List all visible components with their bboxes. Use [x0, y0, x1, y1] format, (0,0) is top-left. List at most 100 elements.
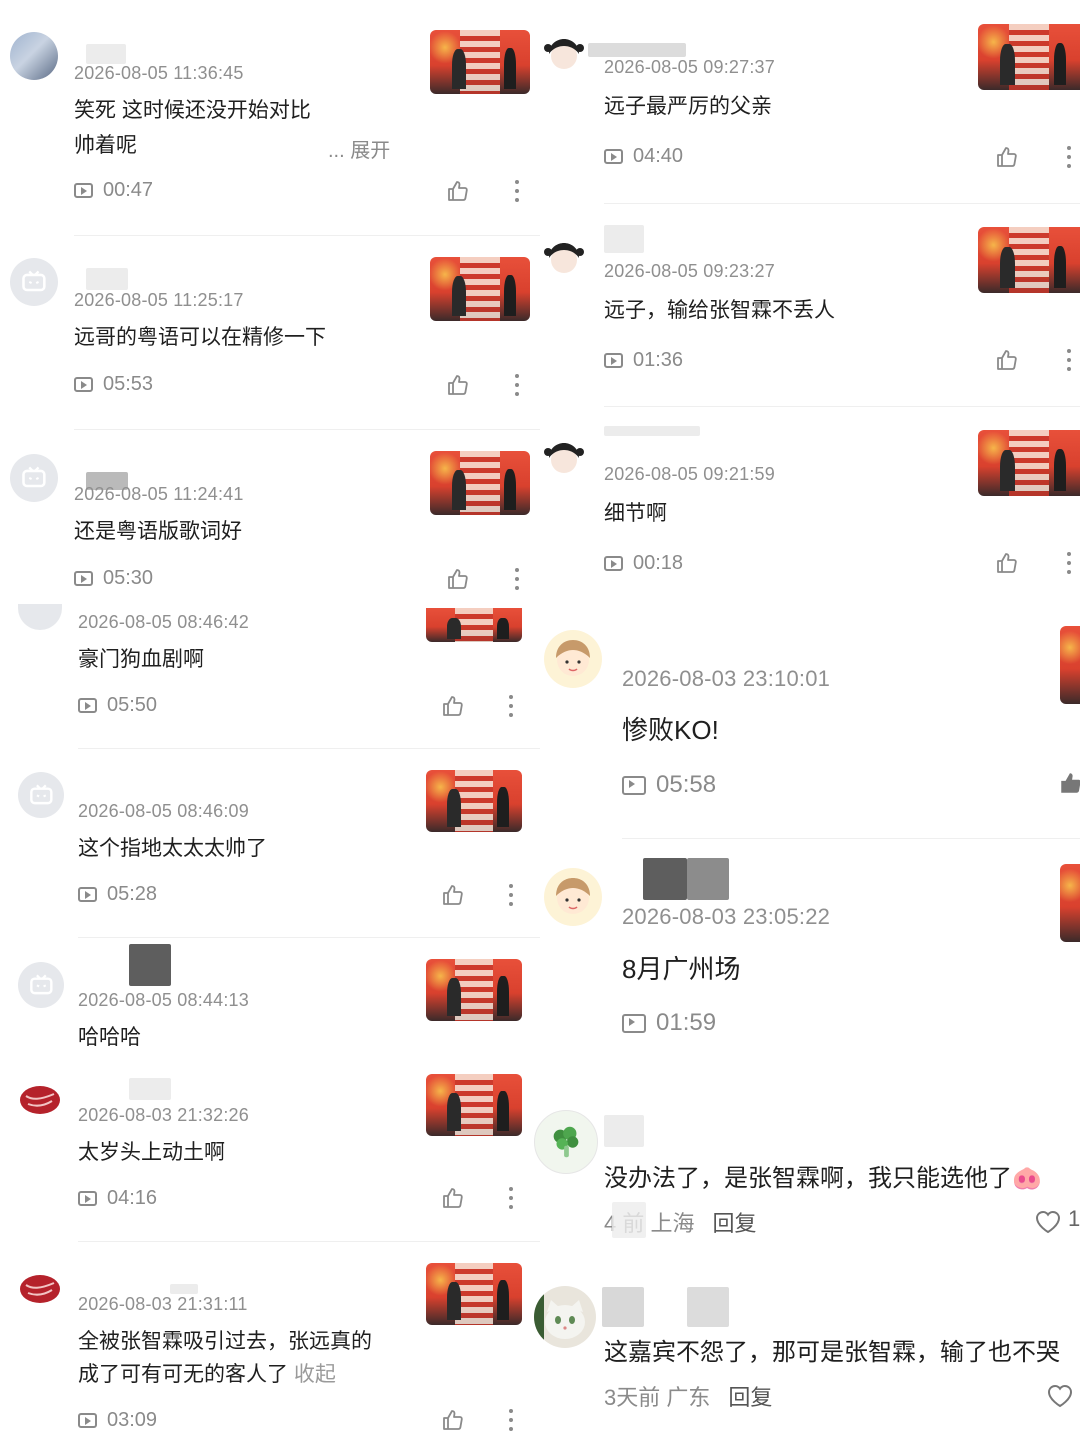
comment-text: 惨败KO!: [622, 715, 719, 745]
video-duration[interactable]: 04:16: [78, 1187, 157, 1210]
meta-blurred: [612, 1202, 646, 1238]
more-icon[interactable]: [1066, 146, 1072, 168]
comment-time: 2026-08-05 11:25:17: [74, 290, 244, 310]
video-duration[interactable]: 05:50: [78, 694, 157, 717]
user-avatar[interactable]: [10, 454, 58, 502]
video-thumbnail[interactable]: [978, 24, 1080, 90]
more-icon[interactable]: [1066, 552, 1072, 574]
heart-icon[interactable]: [1046, 1382, 1074, 1408]
video-thumbnail[interactable]: [426, 1074, 522, 1136]
reply-button[interactable]: 回复: [712, 1211, 756, 1236]
divider: [74, 235, 540, 236]
divider: [74, 429, 540, 430]
more-icon[interactable]: [508, 1409, 514, 1431]
video-thumbnail[interactable]: [1060, 864, 1080, 942]
reply-meta: 3天前 广东 回复: [604, 1385, 773, 1410]
comment-text: 远哥的粤语可以在精修一下: [74, 326, 326, 349]
more-icon[interactable]: [508, 695, 514, 717]
video-thumbnail[interactable]: [1060, 626, 1080, 704]
play-icon: [74, 571, 93, 586]
video-duration[interactable]: 03:09: [78, 1409, 157, 1432]
like-icon[interactable]: [441, 1186, 465, 1210]
tv-icon: [22, 466, 46, 488]
kid-cartoon-icon: [556, 640, 590, 676]
play-icon: [74, 377, 93, 392]
username-blurred: [129, 944, 171, 986]
video-duration[interactable]: 05:53: [74, 373, 153, 396]
comment-text: 笑死 这时候还没开始对比: [74, 99, 311, 122]
user-avatar[interactable]: [544, 630, 602, 688]
user-avatar[interactable]: [534, 1286, 596, 1348]
video-thumbnail[interactable]: [430, 30, 530, 94]
comment-time: 2026-08-05 09:27:37: [604, 57, 775, 77]
video-thumbnail[interactable]: [426, 770, 522, 832]
video-thumbnail[interactable]: [978, 227, 1080, 293]
comment-text: 帅着呢: [74, 134, 137, 157]
user-avatar[interactable]: [16, 1076, 64, 1124]
play-icon: [604, 556, 623, 571]
user-avatar[interactable]: [534, 1110, 598, 1174]
more-icon[interactable]: [508, 1187, 514, 1209]
user-avatar[interactable]: [18, 772, 64, 818]
user-avatar[interactable]: [18, 962, 64, 1008]
username-blurred: [604, 1115, 644, 1147]
comment-time: 2026-08-03 23:10:01: [622, 666, 831, 691]
video-duration[interactable]: 05:58: [622, 771, 716, 799]
comment-text: 8月广州场: [622, 954, 741, 984]
username-blurred: [604, 426, 700, 436]
like-icon[interactable]: [446, 567, 470, 591]
play-icon: [74, 183, 93, 198]
heart-icon[interactable]: [1034, 1208, 1062, 1234]
video-thumbnail[interactable]: [426, 1263, 522, 1325]
like-icon[interactable]: [995, 551, 1019, 575]
video-thumbnail[interactable]: [430, 451, 530, 515]
user-avatar[interactable]: [542, 440, 586, 476]
comment-time: 2026-08-05 11:36:45: [74, 63, 244, 83]
like-icon[interactable]: [441, 883, 465, 907]
video-duration[interactable]: 04:40: [604, 145, 683, 168]
more-icon[interactable]: [1066, 349, 1072, 371]
more-icon[interactable]: [514, 374, 520, 396]
video-duration[interactable]: 05:28: [78, 883, 157, 906]
username-blurred: [170, 1284, 198, 1294]
video-thumbnail[interactable]: [426, 608, 522, 642]
steak-icon: [20, 1086, 60, 1114]
divider: [604, 406, 1080, 407]
user-avatar[interactable]: [542, 240, 586, 276]
user-avatar[interactable]: [542, 36, 586, 72]
video-duration[interactable]: 01:59: [622, 1009, 716, 1037]
video-thumbnail[interactable]: [430, 257, 530, 321]
video-thumbnail[interactable]: [426, 959, 522, 1021]
video-duration[interactable]: 00:47: [74, 179, 153, 202]
comment-time: 2026-08-05 09:21:59: [604, 464, 775, 484]
broccoli-icon: [553, 1126, 579, 1158]
video-duration[interactable]: 01:36: [604, 349, 683, 372]
user-avatar[interactable]: [544, 868, 602, 926]
video-duration[interactable]: 00:18: [604, 552, 683, 575]
comment-time: 2026-08-05 11:24:41: [74, 484, 244, 504]
divider: [604, 203, 1080, 204]
user-avatar[interactable]: [18, 604, 62, 630]
more-icon[interactable]: [508, 884, 514, 906]
video-thumbnail[interactable]: [978, 430, 1080, 496]
comment-text: 成了可有可无的客人了 收起: [78, 1363, 336, 1386]
play-icon: [78, 1191, 97, 1206]
like-icon[interactable]: [441, 694, 465, 718]
like-icon[interactable]: [995, 145, 1019, 169]
comment-time: 2026-08-05 08:46:09: [78, 801, 249, 821]
expand-link[interactable]: ... 展开: [328, 134, 390, 163]
username-blurred: [687, 1287, 729, 1327]
video-duration[interactable]: 05:30: [74, 567, 153, 590]
like-icon[interactable]: [441, 1408, 465, 1432]
reply-button[interactable]: 回复: [728, 1385, 772, 1410]
collapse-link[interactable]: 收起: [294, 1363, 336, 1386]
more-icon[interactable]: [514, 180, 520, 202]
more-icon[interactable]: [514, 568, 520, 590]
user-avatar[interactable]: [10, 32, 58, 80]
like-icon[interactable]: [995, 348, 1019, 372]
user-avatar[interactable]: [16, 1265, 64, 1313]
like-icon[interactable]: [446, 373, 470, 397]
user-avatar[interactable]: [10, 258, 58, 306]
like-icon[interactable]: [446, 179, 470, 203]
like-icon-filled[interactable]: [1058, 770, 1080, 796]
